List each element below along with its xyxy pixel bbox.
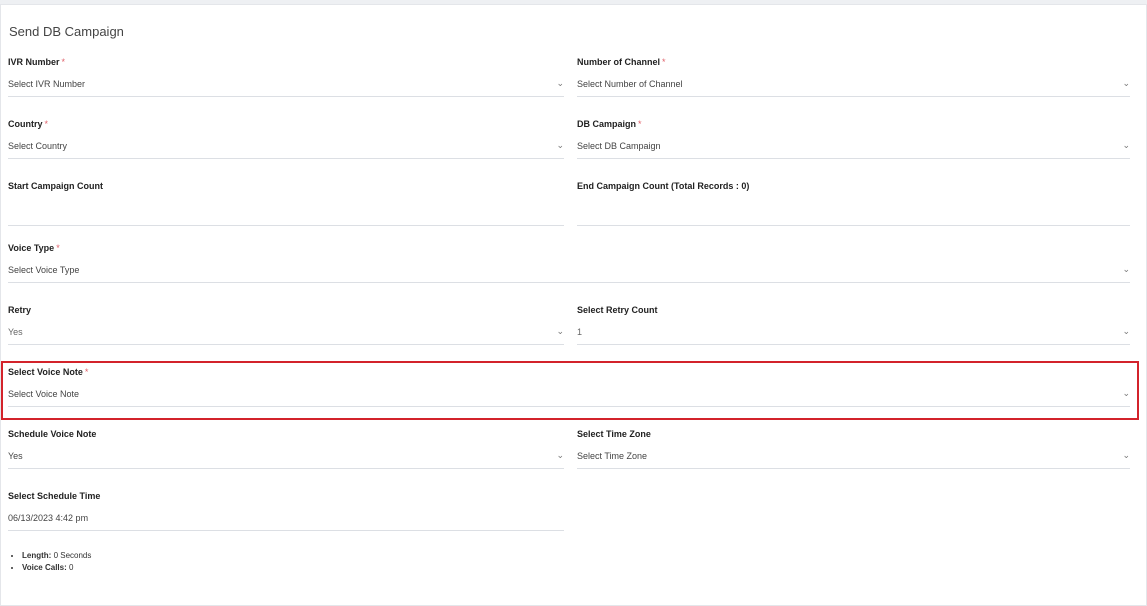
retry-value: Yes — [8, 327, 23, 337]
number-of-channel-select[interactable]: Select Number of Channel ⌄ — [577, 78, 1130, 97]
number-of-channel-label: Number of Channel — [577, 57, 661, 67]
chevron-down-icon: ⌄ — [1122, 450, 1130, 460]
required-asterisk: * — [84, 367, 89, 377]
voice-note-value: Select Voice Note — [8, 389, 80, 399]
end-campaign-count-input[interactable] — [577, 207, 1130, 226]
country-label: Country — [8, 119, 43, 129]
schedule-time-label: Select Schedule Time — [8, 491, 101, 501]
retry-count-value: 1 — [577, 327, 583, 337]
voice-type-select[interactable]: Select Voice Type ⌄ — [8, 264, 1130, 283]
chevron-down-icon: ⌄ — [1122, 140, 1130, 150]
required-asterisk: * — [44, 119, 49, 129]
schedule-voice-note-label: Schedule Voice Note — [8, 429, 97, 439]
start-campaign-count-label: Start Campaign Count — [8, 181, 104, 191]
ivr-number-label: IVR Number — [8, 57, 60, 67]
schedule-voice-note-select[interactable]: Yes ⌄ — [8, 450, 564, 469]
stat-voice-calls: Voice Calls: 0 — [22, 562, 91, 574]
schedule-time-input[interactable]: 06/13/2023 4:42 pm — [8, 512, 564, 531]
voice-type-value: Select Voice Type — [8, 265, 80, 275]
ivr-number-value: Select IVR Number — [8, 79, 86, 89]
stat-length: Length: 0 Seconds — [22, 550, 91, 562]
stat-voice-calls-label: Voice Calls: — [22, 563, 67, 572]
chevron-down-icon: ⌄ — [1122, 264, 1130, 274]
time-zone-select[interactable]: Select Time Zone ⌄ — [577, 450, 1130, 469]
chevron-down-icon: ⌄ — [1122, 326, 1130, 336]
schedule-voice-note-value: Yes — [8, 451, 23, 461]
retry-select[interactable]: Yes ⌄ — [8, 326, 564, 345]
number-of-channel-value: Select Number of Channel — [577, 79, 683, 89]
schedule-time-value: 06/13/2023 4:42 pm — [8, 513, 89, 523]
campaign-stats-list: Length: 0 Seconds Voice Calls: 0 — [12, 550, 91, 574]
voice-type-label: Voice Type — [8, 243, 55, 253]
country-select[interactable]: Select Country ⌄ — [8, 140, 564, 159]
start-campaign-count-input[interactable] — [8, 207, 564, 226]
country-value: Select Country — [8, 141, 68, 151]
retry-label: Retry — [8, 305, 32, 315]
ivr-number-select[interactable]: Select IVR Number ⌄ — [8, 78, 564, 97]
chevron-down-icon: ⌄ — [1122, 388, 1130, 398]
end-campaign-count-label: End Campaign Count (Total Records : 0) — [577, 181, 750, 191]
voice-note-label: Select Voice Note — [8, 367, 83, 377]
time-zone-label: Select Time Zone — [577, 429, 651, 439]
required-asterisk: * — [662, 57, 666, 67]
retry-count-label: Select Retry Count — [577, 305, 658, 315]
chevron-down-icon: ⌄ — [556, 78, 564, 88]
required-asterisk: * — [56, 243, 60, 253]
stat-length-value: 0 Seconds — [53, 551, 92, 560]
voice-note-select[interactable]: Select Voice Note ⌄ — [8, 388, 1130, 407]
page-title: Send DB Campaign — [9, 24, 124, 39]
chevron-down-icon: ⌄ — [1122, 78, 1130, 88]
required-asterisk: * — [61, 57, 66, 67]
db-campaign-value: Select DB Campaign — [577, 141, 661, 151]
db-campaign-label: DB Campaign — [577, 119, 637, 129]
retry-count-select[interactable]: 1 ⌄ — [577, 326, 1130, 345]
db-campaign-select[interactable]: Select DB Campaign ⌄ — [577, 140, 1130, 159]
required-asterisk: * — [638, 119, 642, 129]
chevron-down-icon: ⌄ — [556, 140, 564, 150]
time-zone-value: Select Time Zone — [577, 451, 648, 461]
chevron-down-icon: ⌄ — [556, 450, 564, 460]
stat-length-label: Length: — [22, 551, 52, 560]
stat-voice-calls-value: 0 — [69, 563, 74, 572]
chevron-down-icon: ⌄ — [556, 326, 564, 336]
